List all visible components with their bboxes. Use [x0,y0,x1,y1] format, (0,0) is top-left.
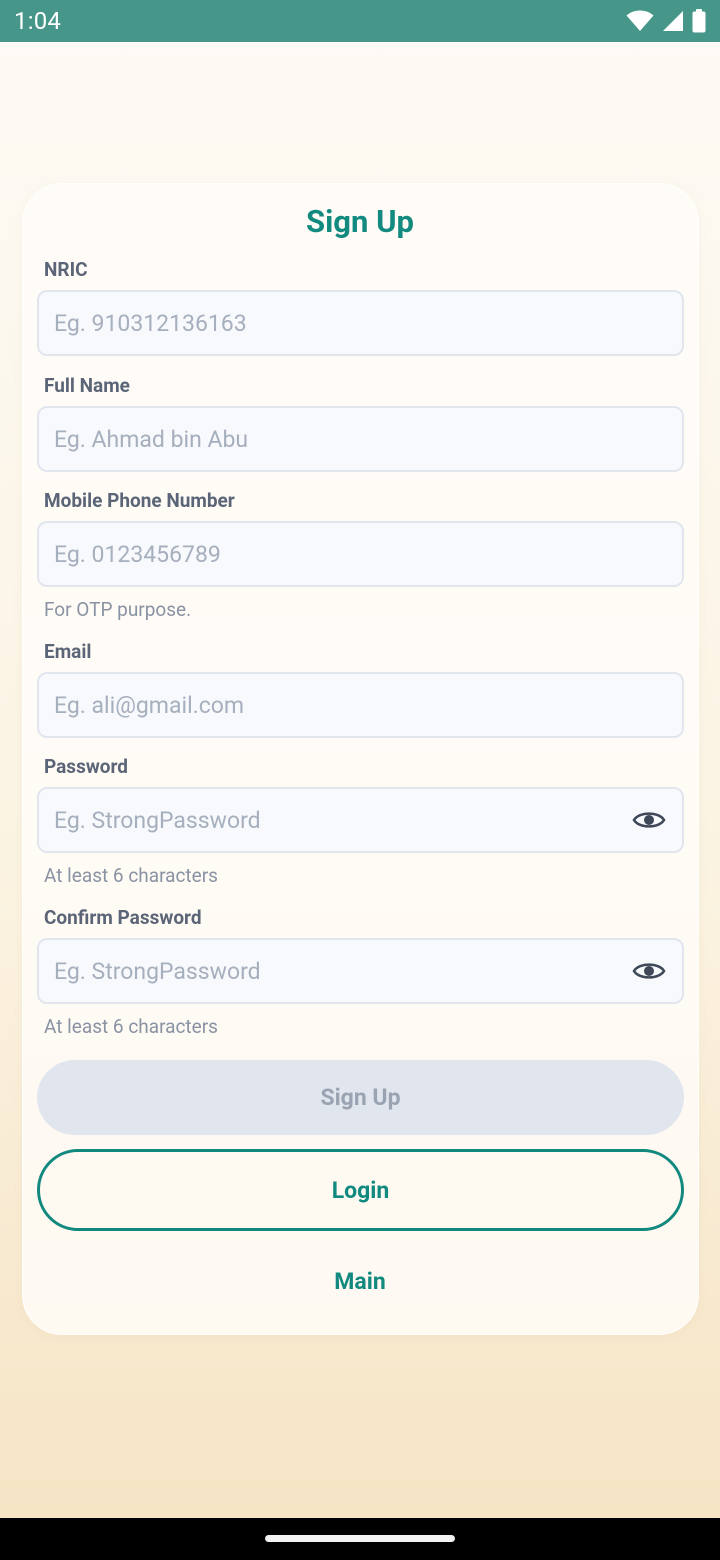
password-placeholder: Eg. StrongPassword [54,806,261,834]
status-icons [626,9,706,33]
confirm-password-label: Confirm Password [44,906,202,929]
email-label: Email [44,640,92,663]
main-link[interactable]: Main [0,1268,720,1295]
mobile-phone-label: Mobile Phone Number [44,489,235,512]
wifi-icon [626,10,654,31]
nric-input[interactable]: Eg. 910312136163 [37,290,684,356]
navigation-bar [0,1518,720,1560]
signal-icon [663,11,683,31]
full-name-input[interactable]: Eg. Ahmad bin Abu [37,406,684,472]
full-name-placeholder: Eg. Ahmad bin Abu [54,425,249,453]
password-helper: At least 6 characters [44,864,218,887]
eye-icon[interactable] [632,959,666,983]
confirm-password-placeholder: Eg. StrongPassword [54,957,261,985]
confirm-password-input[interactable]: Eg. StrongPassword [37,938,684,1004]
status-time: 1:04 [14,7,62,35]
confirm-password-helper: At least 6 characters [44,1015,218,1038]
mobile-phone-placeholder: Eg. 0123456789 [54,540,221,568]
battery-icon [692,9,706,33]
full-name-label: Full Name [44,374,130,397]
page-title: Sign Up [306,203,414,240]
password-label: Password [44,755,128,778]
nric-placeholder: Eg. 910312136163 [54,309,247,337]
mobile-phone-input[interactable]: Eg. 0123456789 [37,521,684,587]
signup-button[interactable]: Sign Up [37,1060,684,1135]
nric-label: NRIC [44,258,88,281]
eye-icon[interactable] [632,808,666,832]
password-input[interactable]: Eg. StrongPassword [37,787,684,853]
mobile-phone-helper: For OTP purpose. [44,598,192,621]
email-input[interactable]: Eg. ali@gmail.com [37,672,684,738]
email-placeholder: Eg. ali@gmail.com [54,691,245,719]
home-gesture-handle[interactable] [265,1535,455,1542]
login-button[interactable]: Login [37,1149,684,1231]
status-bar: 1:04 [0,0,720,42]
